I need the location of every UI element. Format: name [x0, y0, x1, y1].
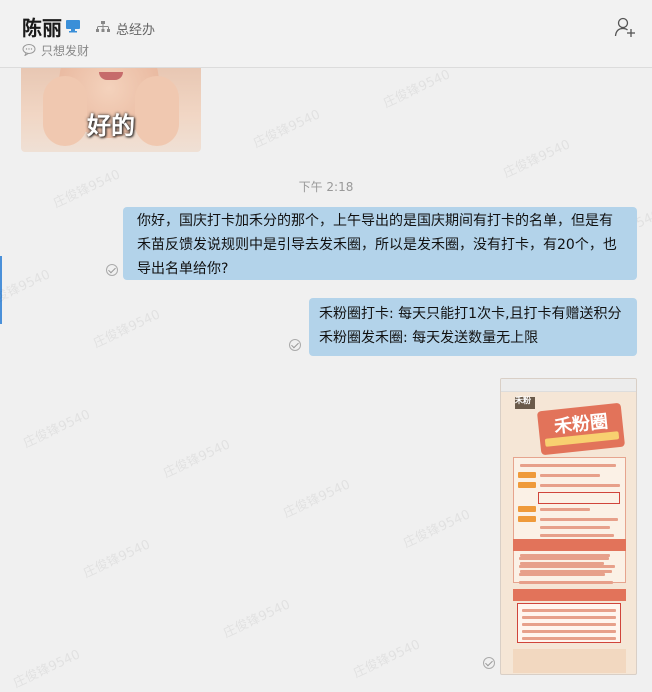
message-line: 禾粉圈打卡: 每天只能打1次卡,且打卡有赠送积分 [319, 306, 622, 322]
poster-line [522, 616, 616, 619]
poster-footer [513, 649, 626, 673]
sticker-image[interactable]: 好的 [21, 68, 201, 152]
watermark: 庄俊锋9540 [381, 68, 453, 112]
watermark: 庄俊锋9540 [161, 437, 233, 482]
watermark: 庄俊锋9540 [21, 407, 93, 452]
watermark: 庄俊锋9540 [251, 107, 323, 152]
poster-line [519, 565, 615, 568]
poster-line [540, 518, 618, 521]
poster-line [522, 637, 616, 640]
poster-line [540, 474, 600, 477]
poster-tag [518, 472, 536, 478]
poster-line [540, 484, 620, 487]
poster-logo-text: 禾粉 [515, 396, 531, 405]
poster-line [519, 557, 609, 560]
scroll-indicator [0, 256, 2, 324]
poster-tag [518, 516, 536, 522]
poster-line [520, 464, 616, 467]
watermark: 庄俊锋9540 [0, 267, 53, 312]
message-line: 禾粉圈发禾圈: 每天发送数量无上限 [319, 330, 539, 346]
watermark: 庄俊锋9540 [281, 477, 353, 522]
poster-section-header [513, 539, 626, 551]
message-text: 你好，国庆打卡加禾分的那个，上午导出的是国庆期间有打卡的名单，但是有禾苗反馈发说… [137, 213, 617, 277]
department-label: 总经办 [116, 23, 156, 38]
poster-tag [518, 506, 536, 512]
chat-area[interactable]: 庄俊锋9540 庄俊锋9540 庄俊锋9540 庄俊锋9540 庄俊锋9540 … [0, 68, 652, 692]
poster-tag [518, 482, 536, 488]
read-receipt-icon [106, 264, 118, 276]
poster-section-header [513, 589, 626, 601]
message-bubble[interactable]: 你好，国庆打卡加禾分的那个，上午导出的是国庆期间有打卡的名单，但是有禾苗反馈发说… [123, 207, 637, 280]
image-attachment[interactable]: 禾粉 禾粉圈 [500, 378, 637, 675]
image-toolbar [501, 379, 636, 392]
poster-line [540, 534, 614, 537]
message-timestamp: 下午 2:18 [298, 180, 354, 194]
poster-line [519, 581, 613, 584]
message-bubble[interactable]: 禾粉圈打卡: 每天只能打1次卡,且打卡有赠送积分 禾粉圈发禾圈: 每天发送数量无… [309, 298, 637, 356]
watermark: 庄俊锋9540 [401, 507, 473, 552]
contact-name[interactable]: 陈丽 [22, 12, 62, 41]
poster-line [522, 623, 616, 626]
watermark: 庄俊锋9540 [11, 647, 83, 692]
watermark: 庄俊锋9540 [501, 137, 573, 182]
poster-line [519, 573, 605, 576]
add-user-icon[interactable] [614, 16, 636, 38]
watermark: 庄俊锋9540 [81, 537, 153, 582]
poster-line [540, 526, 610, 529]
poster-line [522, 630, 616, 633]
poster-highlight-box [538, 492, 620, 504]
sticker-caption: 好的 [87, 112, 135, 140]
org-chart-icon [96, 21, 110, 32]
status-signature: 只想发财 [41, 44, 90, 58]
speech-bubble-icon [22, 44, 36, 56]
watermark: 庄俊锋9540 [221, 597, 293, 642]
read-receipt-icon [289, 339, 301, 351]
read-receipt-icon [483, 657, 495, 669]
watermark: 庄俊锋9540 [351, 637, 423, 682]
chat-header: 陈丽 总经办 只想发财 [0, 0, 652, 68]
poster-table [517, 603, 621, 643]
watermark: 庄俊锋9540 [91, 307, 163, 352]
poster-line [540, 508, 590, 511]
poster-line [522, 609, 616, 612]
desktop-online-icon [66, 20, 80, 33]
